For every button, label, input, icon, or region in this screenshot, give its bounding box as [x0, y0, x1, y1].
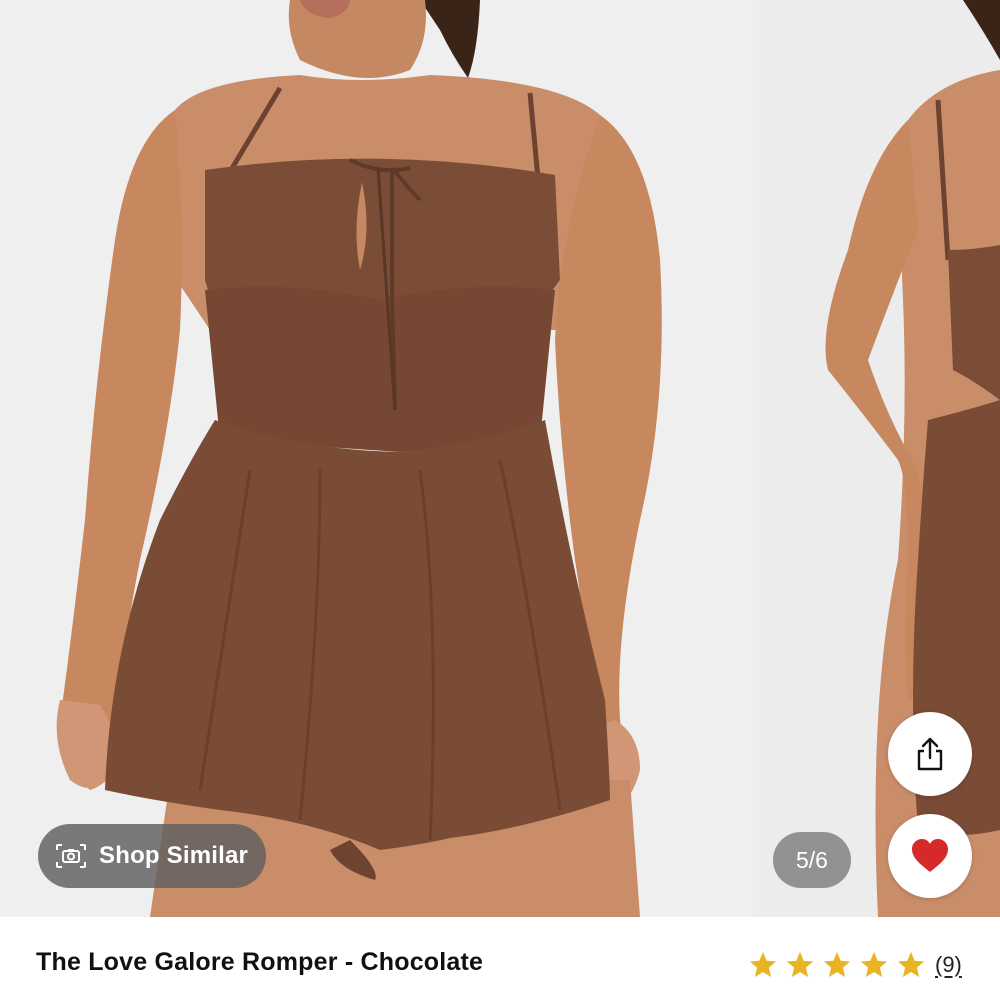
product-photo-illustration	[0, 0, 752, 917]
product-title: The Love Galore Romper - Chocolate	[36, 948, 484, 976]
review-count-link[interactable]: (9)	[935, 952, 962, 978]
share-button[interactable]	[888, 712, 972, 796]
heart-icon	[912, 839, 948, 872]
product-photo-next-illustration	[758, 0, 1000, 917]
favorite-button[interactable]	[888, 814, 972, 898]
camera-icon	[56, 844, 86, 868]
share-icon	[917, 737, 943, 771]
star-icon	[786, 951, 814, 977]
product-rating[interactable]: (9)	[748, 950, 962, 980]
shop-similar-label: Shop Similar	[99, 842, 249, 869]
star-icon	[823, 951, 851, 977]
star-icon	[897, 951, 925, 977]
shop-similar-button[interactable]: Shop Similar	[38, 824, 266, 888]
product-image-gallery[interactable]: Shop Similar 5/6	[0, 0, 1000, 917]
image-counter: 5/6	[773, 832, 851, 888]
star-icon	[749, 951, 777, 977]
product-photo-current[interactable]	[0, 0, 752, 917]
product-photo-next[interactable]	[758, 0, 1000, 917]
star-icon	[860, 951, 888, 977]
